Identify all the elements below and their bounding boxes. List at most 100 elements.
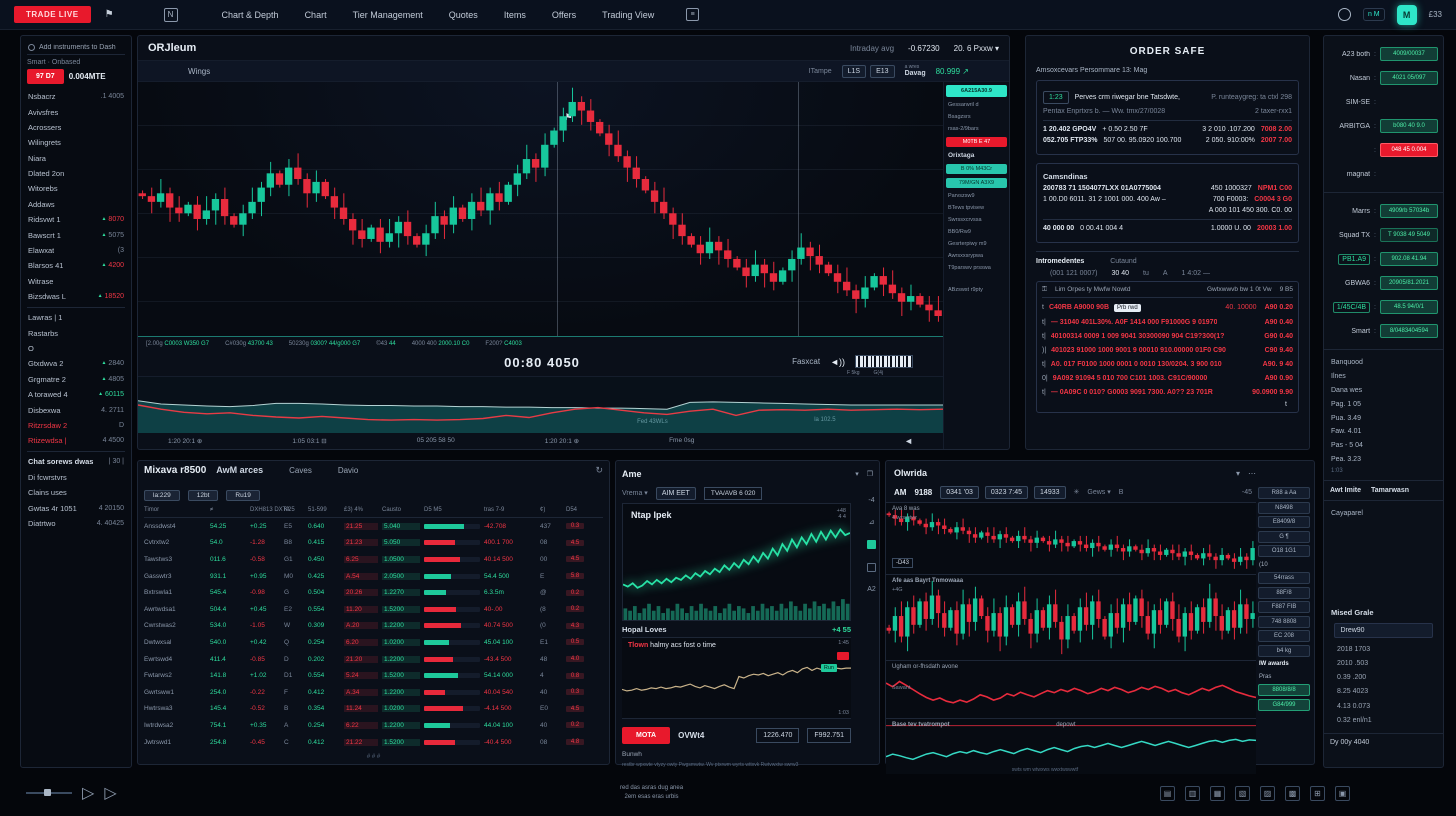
axis-item[interactable]: 6A215A30.9 bbox=[946, 85, 1007, 97]
layout-icon[interactable]: ▩ bbox=[1285, 786, 1300, 801]
nav-item[interactable]: Quotes bbox=[449, 10, 478, 20]
nav-item[interactable]: Trading View bbox=[602, 10, 654, 20]
layout-icon[interactable]: ▤ bbox=[1160, 786, 1175, 801]
range-dropdown[interactable]: 20. 6 Pxxw ▾ bbox=[954, 44, 999, 53]
strip-button[interactable]: b4 kg bbox=[1258, 645, 1310, 657]
axis-item[interactable]: BB0/Rw9 bbox=[946, 228, 1007, 236]
teal-line-chart[interactable]: Base tev tvatrompot depowt swts wm wtwxw… bbox=[886, 718, 1256, 774]
notifications-button[interactable]: M bbox=[1397, 5, 1417, 25]
filter-chip[interactable]: la:229 bbox=[144, 490, 180, 501]
layout-icon[interactable]: ▥ bbox=[1185, 786, 1200, 801]
table-row[interactable]: Hwtrswa3 145.4 -0.52 B 0.354 11.24 1.020… bbox=[144, 701, 603, 718]
tab-outbound[interactable]: Cutaund bbox=[1110, 258, 1136, 265]
refresh-icon[interactable]: ↻ bbox=[595, 465, 603, 476]
side-icon[interactable]: ⊿ bbox=[869, 518, 875, 526]
strip-button[interactable]: IW awards bbox=[1258, 659, 1310, 669]
nav-item[interactable]: Offers bbox=[552, 10, 576, 20]
table-row[interactable]: Tawstws3 011.6 -0.58 G1 0.450 6.25 1.050… bbox=[144, 551, 603, 568]
document-icon[interactable]: ≡ bbox=[686, 8, 699, 21]
watchlist-item[interactable]: Nsbacrz .1 4005 bbox=[27, 89, 125, 104]
axis-item[interactable]: M0TB E 47 bbox=[946, 137, 1007, 147]
table-row[interactable]: Iwtrdwsa2 754.1 +0.35 A 0.254 6.22 1.220… bbox=[144, 717, 603, 734]
more-icon[interactable]: ⋯ bbox=[1248, 469, 1256, 478]
table-row[interactable]: Anssdwst4 54.25 +0.25 E5 0.640 21.25 5.0… bbox=[144, 518, 603, 535]
unit-control[interactable]: tu bbox=[1143, 270, 1149, 277]
watchlist-item[interactable]: Acrossers bbox=[27, 120, 125, 135]
table-row[interactable]: Awrtwdsa1 504.4 +0.45 E2 0.554 11.20 1.5… bbox=[144, 601, 603, 618]
watchlist-item[interactable]: Grgmatre 2 ▲4805 bbox=[27, 372, 125, 387]
status-row[interactable]: SIM-SE : bbox=[1329, 90, 1438, 114]
watchlist-item[interactable]: A torawed 4 ▲60115 bbox=[27, 387, 125, 402]
tab-caves[interactable]: Caves bbox=[289, 466, 312, 475]
axis-item[interactable]: T9parswv prsswa bbox=[946, 264, 1007, 272]
watchlist-item[interactable]: Elawxat (3 bbox=[27, 243, 125, 258]
pager[interactable]: t bbox=[1042, 399, 1293, 408]
symbol-box[interactable]: TVA/AVB 6 020 bbox=[704, 487, 763, 500]
table-row[interactable]: Cvtrxtw2 54.0 -1.28 B8 0.415 21.23 5.050… bbox=[144, 535, 603, 552]
collapse-icon[interactable]: ▾ bbox=[1236, 469, 1240, 478]
table-row[interactable]: Dwtwxsal 540.0 +0.42 Q 0.254 6.20 1.0200… bbox=[144, 634, 603, 651]
watchlist-item[interactable]: Ritzrsdaw 2 D bbox=[27, 418, 125, 433]
watchlist-item[interactable]: Ridsvwt 1 ▲8070 bbox=[27, 212, 125, 227]
refresh-icon[interactable] bbox=[1338, 8, 1351, 21]
brand-button[interactable]: TRADE LIVE bbox=[14, 6, 91, 23]
green-square-icon[interactable] bbox=[867, 540, 876, 549]
speaker-icon[interactable]: ◄)) bbox=[830, 357, 845, 367]
mixed-candles-chart[interactable]: Afe aas Bayrt Tnmowaaa +4G bbox=[886, 574, 1256, 660]
collapse-icon[interactable]: ▾ bbox=[855, 470, 859, 478]
axis-item[interactable]: Gessarwril d bbox=[946, 101, 1007, 109]
filter-chip[interactable]: Ru19 bbox=[226, 490, 260, 501]
axis-item[interactable]: Orixtaga bbox=[946, 151, 1007, 160]
order-row[interactable]: t| A0. 017 F0100 1000 0001 0 0010 130/02… bbox=[1042, 357, 1293, 371]
grade-input[interactable] bbox=[1334, 623, 1432, 638]
axis-item[interactable]: 79M/GN A3X9 bbox=[946, 178, 1007, 188]
status-row[interactable]: magnat : bbox=[1329, 162, 1438, 186]
layout-icon[interactable]: ▦ bbox=[1210, 786, 1225, 801]
axis-item[interactable]: Parvszsw9 bbox=[946, 192, 1007, 200]
strip-button[interactable]: G84/999 bbox=[1258, 699, 1310, 711]
watchlist-item[interactable]: Chat sorews dwas | 30 | bbox=[27, 451, 125, 469]
side-icon[interactable]: A2 bbox=[867, 586, 876, 593]
watchlist-item[interactable]: Gwtas 4r 1051 4 20150 bbox=[27, 500, 125, 515]
trend-line-chart[interactable]: Ntap Ipek +484 4 bbox=[622, 503, 851, 621]
b-icon[interactable]: B bbox=[1119, 489, 1124, 496]
strip-button[interactable]: 54rrass bbox=[1258, 572, 1310, 584]
table-row[interactable]: Fwtarws2 141.8 +1.02 D1 0.554 5.24 1.520… bbox=[144, 667, 603, 684]
secondary-line-chart[interactable]: Tlown halmy acs fost o time 1:45 Run 1:0… bbox=[622, 637, 851, 719]
layout-icon[interactable]: ▣ bbox=[1335, 786, 1350, 801]
table-row[interactable]: Jwtrswd1 254.8 -0.45 C 0.412 21.22 1.520… bbox=[144, 734, 603, 751]
toolbar-chip[interactable]: 14933 bbox=[1034, 486, 1065, 499]
column-header[interactable]: D54 bbox=[566, 507, 584, 513]
watchlist-item[interactable]: Blarsos 41 ▲4200 bbox=[27, 258, 125, 273]
column-header[interactable]: DXH813 DXTA bbox=[250, 507, 280, 513]
watchlist-item[interactable]: Lawras | 1 bbox=[27, 307, 125, 325]
watchlist-item[interactable]: Avivsfres bbox=[27, 104, 125, 119]
axis-item[interactable]: ABzswst r9pty bbox=[946, 286, 1007, 294]
strip-button[interactable]: Pras bbox=[1258, 672, 1310, 682]
table-row[interactable]: Gasswtr3 931.1 +0.95 M0 0.425 A.54 2.050… bbox=[144, 568, 603, 585]
send-icon[interactable]: ◄ bbox=[904, 436, 913, 446]
watchlist-item[interactable]: Di fcwrstvrs bbox=[27, 470, 125, 485]
timeframe-dropdown[interactable]: Vrema ▾ bbox=[622, 489, 648, 497]
table-row[interactable]: Bxtrswla1 545.4 -0.98 G 0.504 20.26 1.22… bbox=[144, 584, 603, 601]
nav-item[interactable]: Chart & Depth bbox=[222, 10, 279, 20]
strip-button[interactable]: G ¶ bbox=[1258, 531, 1310, 543]
window-icon[interactable]: ❐ bbox=[867, 470, 873, 478]
watchlist-item[interactable]: Bizsdwas L ▲18520 bbox=[27, 289, 125, 304]
strip-button[interactable]: E8409/8 bbox=[1258, 516, 1310, 528]
watchlist-item[interactable]: Rtizewdsa | 4 4500 bbox=[27, 433, 125, 448]
watchlist-item[interactable]: Bawscrt 1 ▲5075 bbox=[27, 227, 125, 242]
axis-item[interactable]: B 0% M43Cr bbox=[946, 164, 1007, 174]
strip-button[interactable]: 88F/8 bbox=[1258, 587, 1310, 599]
status-row[interactable]: Nasan : 4021 05/097 bbox=[1329, 66, 1438, 90]
time-chip[interactable]: 1:23 bbox=[1043, 91, 1069, 104]
order-row[interactable]: t| — 31040 401L30%. A0F 1414 000 F91000G… bbox=[1042, 315, 1293, 329]
timeframe-chip[interactable]: E13 bbox=[870, 65, 894, 78]
side-icon[interactable]: -4 bbox=[868, 497, 874, 504]
table-row[interactable]: Cwrstwas2 534.0 -1.05 W 0.309 A.20 1.220… bbox=[144, 618, 603, 635]
square-outline-icon[interactable] bbox=[867, 563, 876, 572]
watchlist-filter[interactable]: Smart · Onbased bbox=[27, 59, 125, 66]
value-box[interactable]: 1226.470 bbox=[756, 728, 799, 743]
play-icon[interactable]: ▷ bbox=[82, 783, 94, 803]
code-label[interactable]: 9188 bbox=[914, 488, 932, 497]
